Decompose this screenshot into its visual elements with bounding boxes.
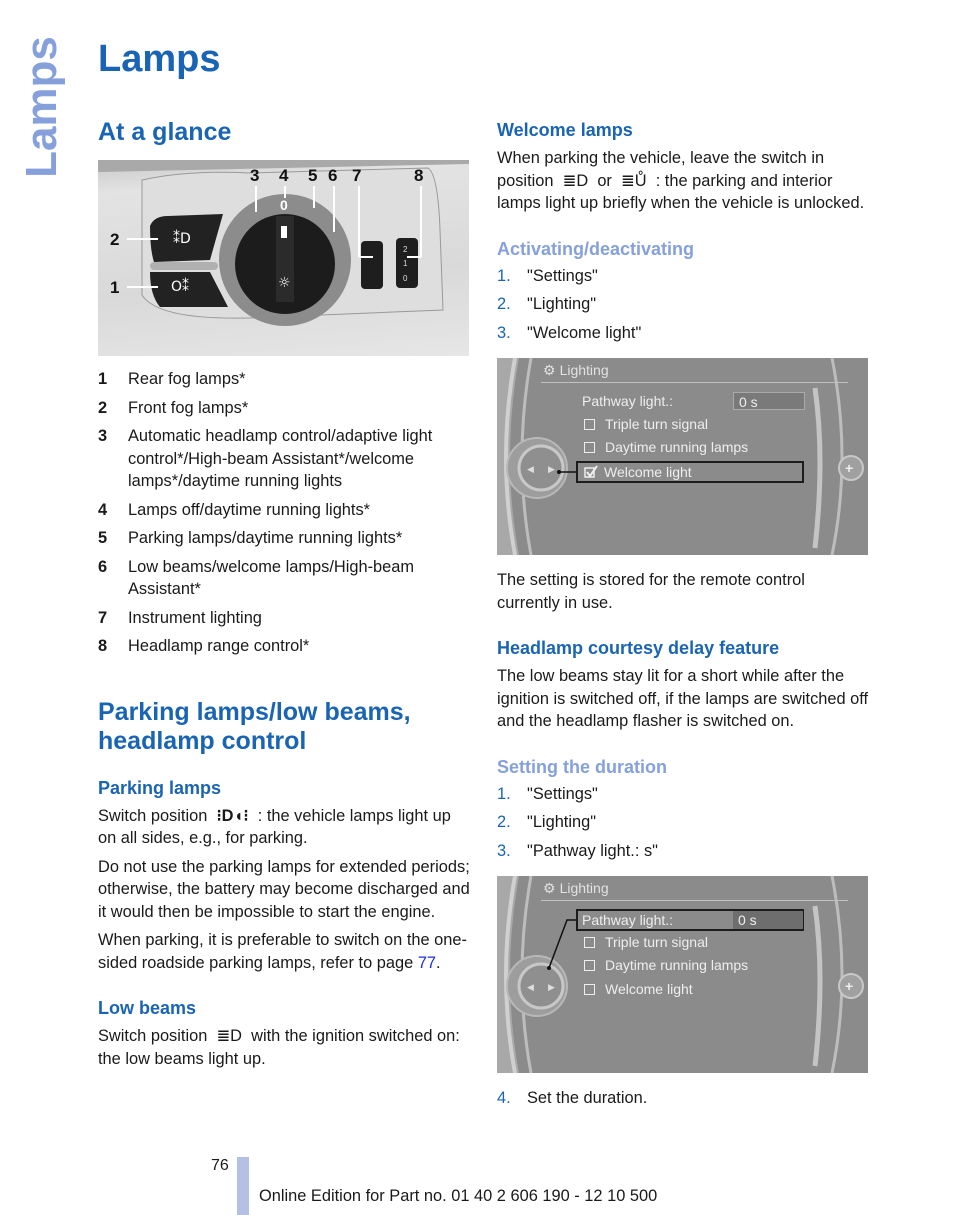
checkbox-unchecked-icon [584, 936, 595, 948]
dial-zero-label: 0 [280, 197, 288, 213]
menu-item-triple-turn-signal[interactable]: Triple turn signal [576, 932, 804, 952]
callout-1: 1 [110, 278, 119, 297]
instrument-lighting-roller [361, 241, 383, 289]
checkbox-unchecked-icon [584, 959, 595, 971]
step-item: 2. "Lighting" [497, 295, 597, 313]
pathway-light-value: 0 s [733, 392, 805, 410]
svg-text:▶: ▶ [548, 982, 555, 992]
courtesy-heading: Headlamp courtesy delay feature [497, 638, 780, 658]
parking-lamps-symbol-icon: ⁝D◖⁝ [211, 806, 254, 825]
welcome-lamps-heading: Welcome lamps [497, 120, 633, 140]
svg-text:◀: ◀ [527, 464, 534, 474]
step-item: 1. "Settings" [497, 784, 598, 803]
svg-text:⁑D: ⁑D [173, 229, 191, 247]
step-item: 4. Set the duration. [497, 1089, 648, 1107]
menu-item-daytime-running-lamps[interactable]: Daytime running lamps [576, 955, 804, 975]
title-divider [541, 900, 848, 901]
svg-text:◀: ◀ [527, 982, 534, 992]
step-item: 3. "Pathway light.: s" [497, 841, 658, 860]
step-item: 2. "Lighting" [497, 813, 597, 831]
legend-item: 3 Automatic headlamp control/adaptive lig… [98, 427, 433, 490]
page-title: Lamps [98, 38, 221, 80]
callout-7: 7 [352, 166, 361, 185]
legend-item: 5 Parking lamps/daytime running lights* [98, 529, 403, 547]
callout-8: 8 [414, 166, 423, 185]
light-switch-figure: ⁑D O⁑ ☼ 0 2 1 0 2 1 3 4 5 6 7 8 [98, 160, 469, 356]
callout-6: 6 [328, 166, 337, 185]
activating-heading: Activating/deactivating [497, 238, 695, 259]
idrive-screen-pathway-light: ◀ ▶ + ⚙ Lighting Pathway light.: 0 s Tri… [497, 876, 868, 1073]
courtesy-p: The low beams stay lit for a short while… [497, 667, 869, 730]
svg-text:+: + [845, 460, 853, 476]
duration-steps: 1. "Settings" 2. "Lighting" 3. "Pathway lig… [497, 783, 869, 863]
callout-4: 4 [279, 166, 289, 185]
svg-text:+: + [845, 978, 853, 994]
welcome-lamps-p: When parking the vehicle, leave the swit… [497, 149, 865, 212]
callout-5: 5 [308, 166, 317, 185]
auto-headlamp-symbol-icon: ≣Ů [616, 171, 652, 190]
at-a-glance-heading: At a glance [98, 118, 232, 146]
menu-item-welcome-light[interactable]: Welcome light [576, 979, 804, 999]
light-switch-illustration: ⁑D O⁑ ☼ 0 2 1 0 2 1 3 4 5 6 7 8 [98, 160, 469, 326]
low-beam-symbol-icon: ≣D [558, 171, 593, 190]
footer-edition: Online Edition for Part no. 01 40 2 606 … [259, 1187, 658, 1205]
idrive-screen-welcome-light: ◀ ▶ + ⚙ Lighting Pathway light.: 0 s Tri… [497, 358, 868, 555]
step-item: 1. "Settings" [497, 266, 598, 285]
checkbox-unchecked-icon [584, 441, 595, 453]
callout-3: 3 [250, 166, 259, 185]
title-divider [541, 382, 848, 383]
low-beams-p: Switch position ≣D with the ignition swi… [98, 1027, 460, 1068]
menu-item-triple-turn-signal[interactable]: Triple turn signal [576, 414, 804, 434]
svg-text:0: 0 [403, 274, 408, 283]
screen-title: ⚙ Lighting [543, 880, 609, 896]
svg-text:☼: ☼ [278, 275, 291, 291]
footer-accent-bar [237, 1157, 249, 1215]
checkbox-unchecked-icon [584, 983, 595, 995]
pathway-light-value: 0 s [733, 911, 803, 929]
legend-item: 1 Rear fog lamps* [98, 370, 246, 388]
menu-item-welcome-light-selected[interactable]: Welcome light [576, 461, 804, 483]
left-column: At a glance ⁑D O⁑ ☼ 0 2 1 0 2 1 3 4 5 6 … [98, 118, 470, 1070]
legend-item: 7 Instrument lighting [98, 608, 262, 627]
settings-gear-icon: ⚙ [543, 362, 556, 378]
duration-step-4: 4. Set the duration. [497, 1087, 869, 1110]
parking-lamps-heading: Parking lamps [98, 777, 222, 798]
callout-2: 2 [110, 230, 119, 249]
svg-text:O⁑: O⁑ [171, 277, 189, 295]
parking-section-heading: Parking lamps/low beams, headlamp contro… [98, 697, 411, 755]
low-beams-heading: Low beams [98, 998, 197, 1018]
activating-steps: 1. "Settings" 2. "Lighting" 3. "Welcome lig… [497, 265, 869, 345]
setting-duration-heading: Setting the duration [497, 756, 667, 777]
stored-note: The setting is stored for the remote con… [497, 571, 805, 612]
right-column: Welcome lamps When parking the vehicle, … [497, 118, 869, 1116]
checkbox-checked-icon [584, 465, 598, 478]
low-beam-symbol-icon: ≣D [211, 1027, 247, 1045]
step-item: 3. "Welcome light" [497, 323, 642, 342]
side-tab-label: Lamps [17, 35, 67, 178]
svg-text:2: 2 [403, 245, 408, 254]
control-legend: 1 Rear fog lamps* 2 Front fog lamps* 3 Auto… [98, 368, 470, 658]
svg-text:▶: ▶ [548, 464, 555, 474]
parking-lamps-p1: Switch position ⁝D◖⁝ : the vehicle lamps… [98, 806, 451, 848]
screen-title: ⚙ Lighting [543, 362, 609, 378]
side-tab-chapter: Lamps [17, 36, 66, 178]
svg-text:1: 1 [403, 259, 408, 268]
parking-lamps-p2: Do not use the parking lamps for extende… [98, 857, 470, 921]
legend-item: 4 Lamps off/daytime running lights* [98, 500, 371, 519]
checkbox-unchecked-icon [584, 418, 595, 430]
legend-item: 6 Low beams/welcome lamps/High-beam Assis… [98, 557, 415, 599]
menu-item-daytime-running-lamps[interactable]: Daytime running lamps [576, 437, 804, 457]
parking-lamps-p3: When parking, it is preferable to switch… [98, 931, 467, 972]
page-link-77[interactable]: 77 [418, 954, 436, 972]
legend-item: 8 Headlamp range control* [98, 637, 310, 655]
settings-gear-icon: ⚙ [543, 880, 556, 896]
page-number: 76 [211, 1157, 229, 1174]
legend-item: 2 Front fog lamps* [98, 398, 249, 417]
